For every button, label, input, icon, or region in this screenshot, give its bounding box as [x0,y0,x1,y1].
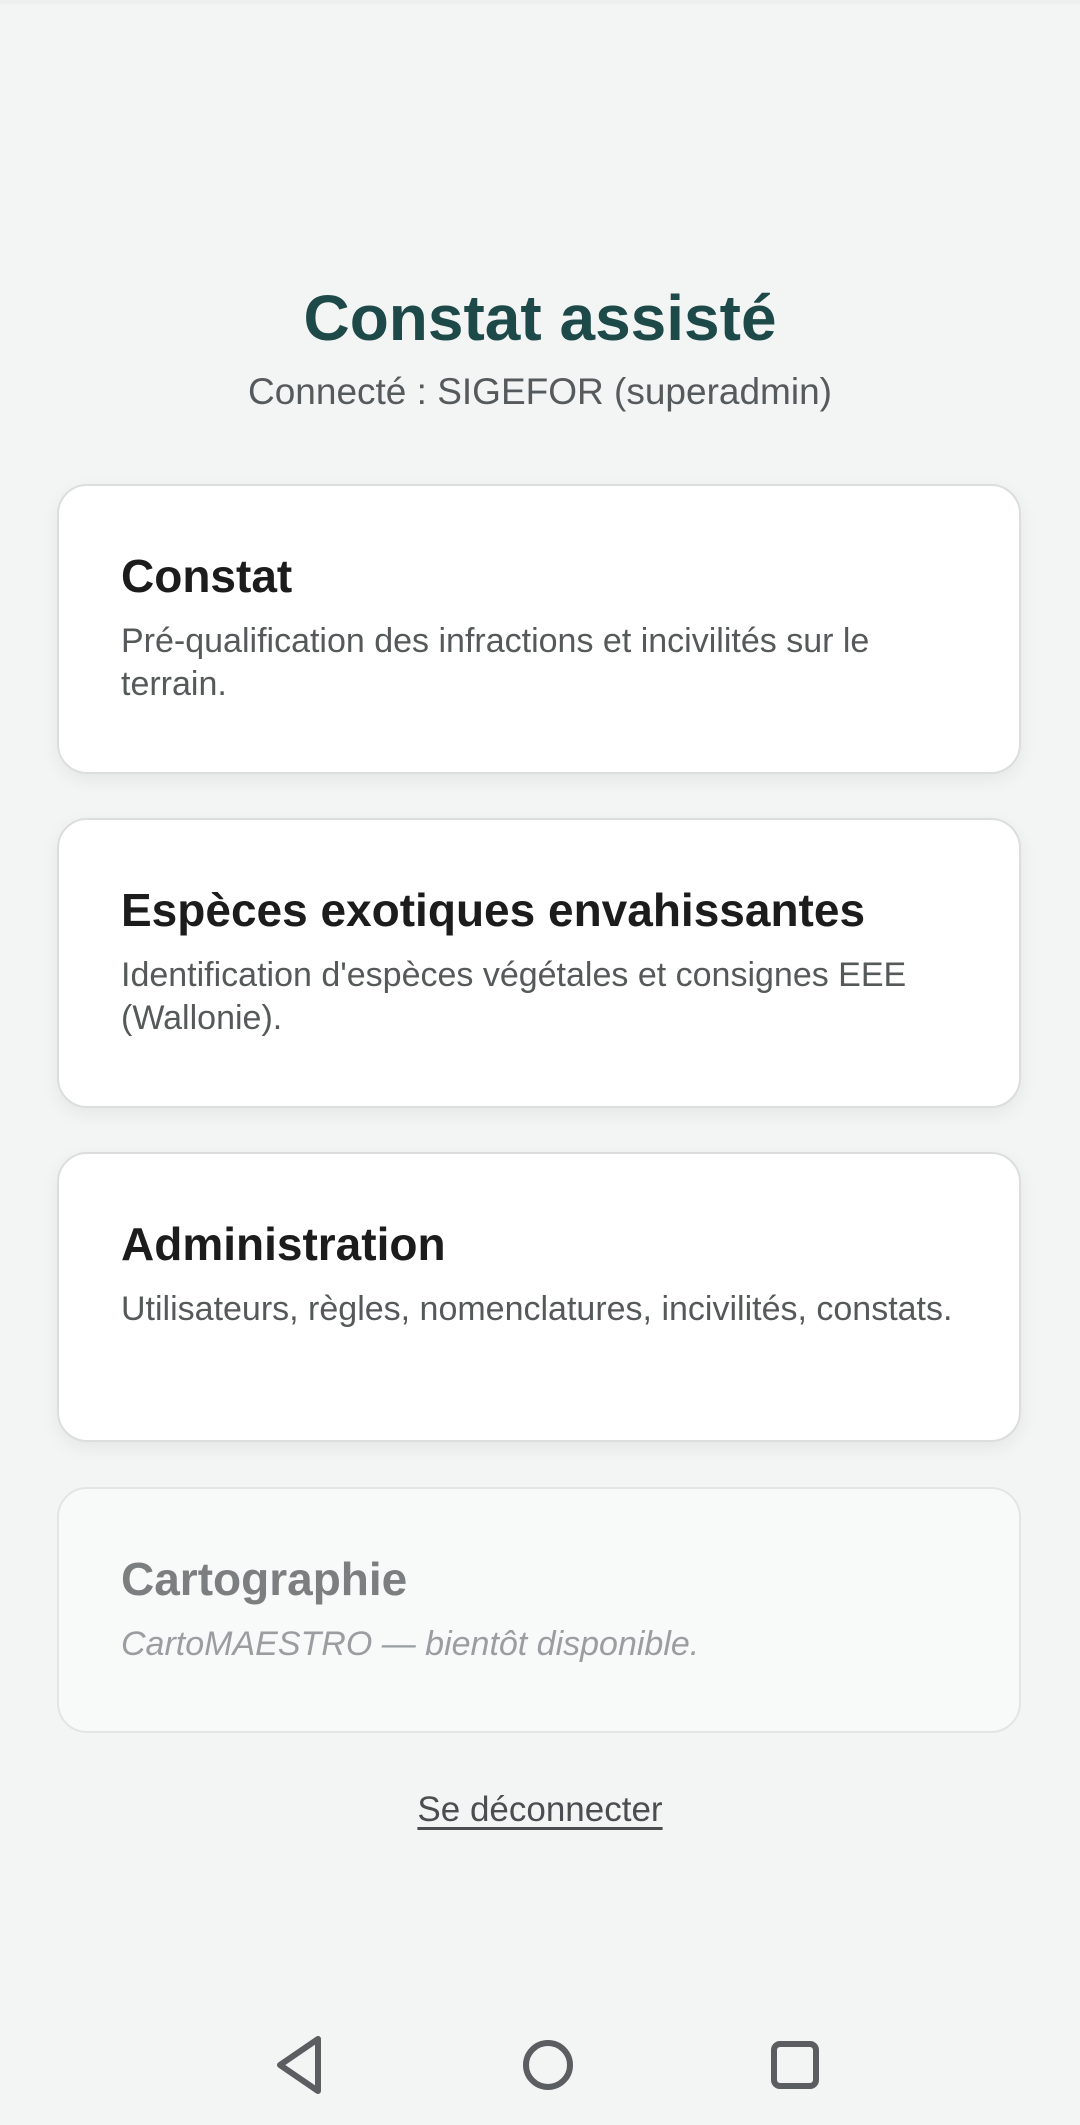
card-description: Identification d'espèces végétales et co… [121,956,907,1037]
page-title: Constat assisté [303,282,777,354]
card-title: Constat [121,550,293,602]
back-triangle-icon[interactable] [266,2030,336,2100]
card-description: Utilisateurs, règles, nomenclatures, inc… [121,1290,953,1328]
card-cartographie: Cartographie CartoMAESTRO — bientôt disp… [57,1487,1021,1733]
logout-link[interactable]: Se déconnecter [0,1790,1080,1830]
system-navigation-bar [0,2010,1080,2120]
status-bar [0,0,1080,4]
card-administration[interactable]: Administration Utilisateurs, règles, nom… [57,1152,1021,1442]
card-especes-exotiques[interactable]: Espèces exotiques envahissantes Identifi… [57,818,1021,1108]
page-header: Constat assisté Connecté : SIGEFOR (supe… [0,270,1080,418]
home-circle-icon[interactable] [513,2030,583,2100]
card-description: Pré-qualification des infractions et inc… [121,622,870,703]
card-constat[interactable]: Constat Pré-qualification des infraction… [57,484,1021,774]
recents-square-icon[interactable] [760,2030,830,2100]
card-title: Administration [121,1218,446,1270]
card-description: CartoMAESTRO — bientôt disponible. [121,1625,700,1663]
card-title: Cartographie [121,1553,408,1605]
connected-user-label: Connecté : SIGEFOR (superadmin) [248,371,832,412]
card-title: Espèces exotiques envahissantes [121,884,866,936]
